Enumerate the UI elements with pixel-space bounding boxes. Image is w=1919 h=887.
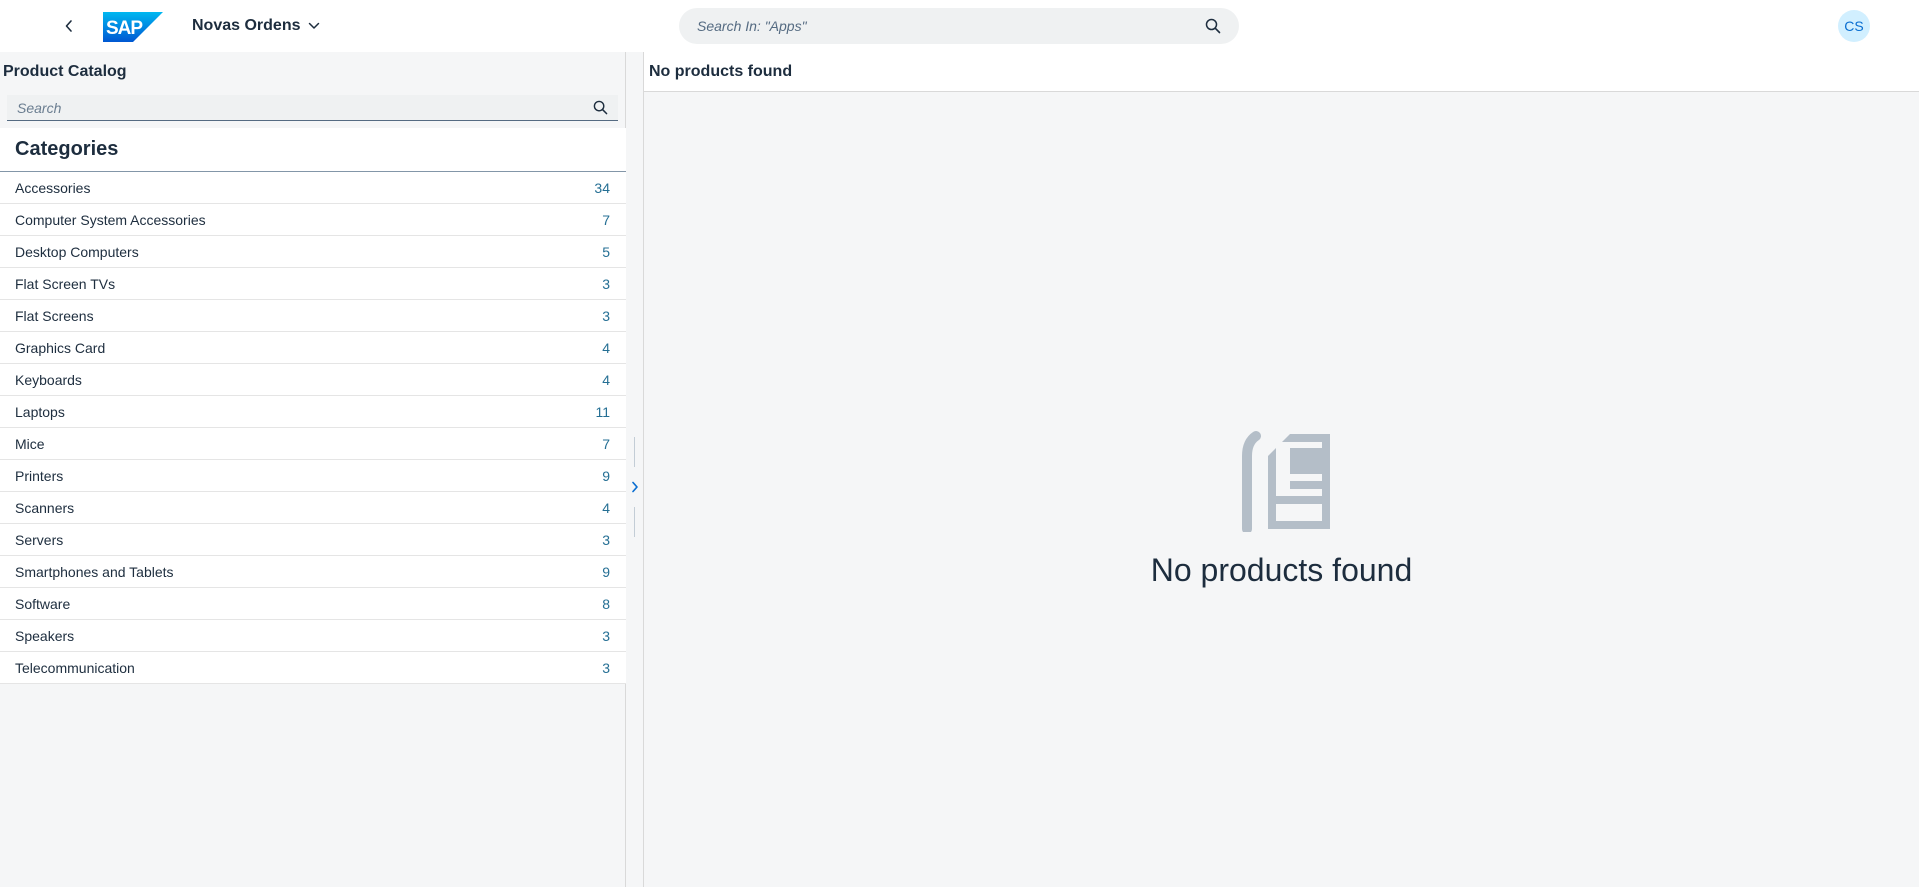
category-count: 4 xyxy=(602,339,610,356)
chevron-right-icon xyxy=(632,481,638,493)
category-name: Laptops xyxy=(15,403,65,420)
category-name: Speakers xyxy=(15,627,75,644)
category-name: Printers xyxy=(15,467,64,484)
page-title: Product Catalog xyxy=(3,63,127,80)
list-item[interactable]: Desktop Computers 5 xyxy=(0,236,626,268)
list-item[interactable]: Mice 7 xyxy=(0,428,626,460)
detail-pane: No products found No products found xyxy=(644,52,1919,887)
back-button[interactable] xyxy=(58,14,80,38)
category-count: 8 xyxy=(602,595,610,612)
list-item[interactable]: Flat Screens 3 xyxy=(0,300,626,332)
sap-logo[interactable]: SAP xyxy=(103,12,163,42)
list-item[interactable]: Printers 9 xyxy=(0,460,626,492)
catalog-search-input[interactable] xyxy=(17,99,593,116)
category-name: Mice xyxy=(15,435,45,452)
search-icon[interactable] xyxy=(1205,18,1221,34)
category-count: 34 xyxy=(594,179,610,196)
svg-text:SAP: SAP xyxy=(106,18,143,39)
category-count: 4 xyxy=(602,499,610,516)
category-count: 7 xyxy=(602,435,610,452)
chevron-left-icon xyxy=(65,20,72,32)
category-name: Keyboards xyxy=(15,371,82,388)
expand-pane-button[interactable] xyxy=(629,442,641,532)
category-count: 3 xyxy=(602,659,610,676)
list-item[interactable]: Servers 3 xyxy=(0,524,626,556)
category-count: 3 xyxy=(602,307,610,324)
category-name: Graphics Card xyxy=(15,339,106,356)
category-name: Computer System Accessories xyxy=(15,211,206,228)
global-search[interactable] xyxy=(679,8,1239,44)
category-count: 3 xyxy=(602,531,610,548)
category-name: Telecommunication xyxy=(15,659,135,676)
list-item[interactable]: Scanners 4 xyxy=(0,492,626,524)
search-icon[interactable] xyxy=(593,100,608,115)
app-title-menu[interactable]: Novas Ordens xyxy=(192,16,320,36)
category-count: 9 xyxy=(602,467,610,484)
categories-list: Accessories 34 Computer System Accessorie… xyxy=(0,172,626,684)
document-icon xyxy=(1242,431,1330,532)
shell-bar: SAP Novas Ordens CS xyxy=(0,0,1919,52)
category-name: Flat Screen TVs xyxy=(15,275,116,292)
list-item[interactable]: Keyboards 4 xyxy=(0,364,626,396)
pane-splitter[interactable] xyxy=(626,52,644,887)
detail-title: No products found xyxy=(644,52,1919,92)
categories-heading: Categories xyxy=(0,128,626,172)
master-pane: Product Catalog Categories Accessories34… xyxy=(0,52,626,887)
category-name: Accessories xyxy=(15,179,91,196)
avatar[interactable]: CS xyxy=(1838,10,1870,42)
category-name: Smartphones and Tablets xyxy=(15,563,174,580)
category-count: 9 xyxy=(602,563,610,580)
category-name: Scanners xyxy=(15,499,75,516)
chevron-down-icon xyxy=(309,22,320,29)
category-name: Software xyxy=(15,595,71,612)
category-count: 11 xyxy=(595,403,610,420)
list-item[interactable]: Computer System Accessories 7 xyxy=(0,204,626,236)
list-item[interactable]: Accessories 34 xyxy=(0,172,626,204)
category-count: 4 xyxy=(602,371,610,388)
category-count: 5 xyxy=(602,243,610,260)
list-item[interactable]: Speakers 3 xyxy=(0,620,626,652)
splitter-grip xyxy=(634,507,635,537)
category-count: 7 xyxy=(602,211,610,228)
category-count: 3 xyxy=(602,627,610,644)
list-item[interactable]: Laptops 11 xyxy=(0,396,626,428)
catalog-search[interactable] xyxy=(7,95,618,121)
list-item[interactable]: Smartphones and Tablets 9 xyxy=(0,556,626,588)
category-name: Flat Screens xyxy=(15,307,94,324)
list-item[interactable]: Graphics Card 4 xyxy=(0,332,626,364)
category-name: Desktop Computers xyxy=(15,243,139,260)
empty-state-message: No products found xyxy=(1150,552,1413,588)
list-item[interactable]: Telecommunication 3 xyxy=(0,652,626,684)
list-item[interactable]: Flat Screen TVs 3 xyxy=(0,268,626,300)
category-name: Servers xyxy=(15,531,64,548)
list-item[interactable]: Software 8 xyxy=(0,588,626,620)
category-count: 3 xyxy=(602,275,610,292)
global-search-input[interactable] xyxy=(697,18,1205,34)
app-title: Novas Ordens xyxy=(192,17,301,34)
